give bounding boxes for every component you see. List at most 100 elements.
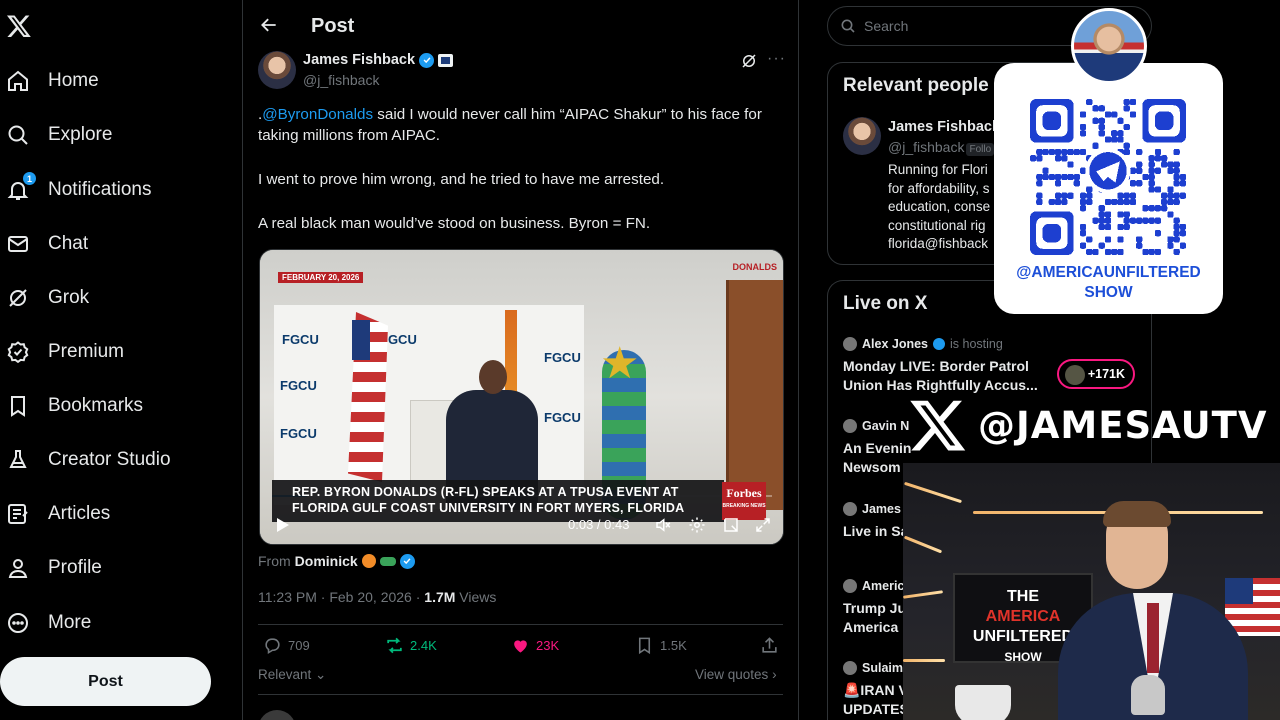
qr-code [1030, 99, 1186, 255]
nav-home[interactable]: Home [6, 61, 99, 101]
author-avatar[interactable] [258, 51, 296, 89]
view-quotes-link[interactable]: View quotes › [695, 667, 777, 682]
backdrop-logo-text: FGCU [280, 378, 317, 393]
nav-grok[interactable]: Grok [6, 278, 89, 318]
live-title: 🚨IRAN V UPDATES [843, 681, 909, 719]
author-name-row[interactable]: James Fishback [303, 52, 454, 68]
reply-avatar[interactable] [258, 710, 296, 720]
nav-more[interactable]: More [6, 603, 91, 643]
mute-icon[interactable] [654, 516, 672, 534]
grok-icon [6, 286, 30, 310]
nav-grok-label: Grok [48, 287, 90, 308]
author-name[interactable]: James Fishback [303, 52, 415, 68]
post-meta: 11:23 PM · Feb 20, 2026 · 1.7M Views [258, 589, 496, 605]
host-avatar [843, 579, 857, 593]
nav-profile-label: Profile [48, 557, 102, 578]
studio-light [903, 535, 943, 554]
live-title: Live in Sa [843, 522, 908, 541]
repost-button[interactable]: 2.4K [385, 636, 437, 655]
share-icon [762, 637, 777, 653]
qr-caption-line: SHOW [1084, 284, 1133, 301]
video-player[interactable]: FGCU FGCU FGCU FGCU FGCU FGCU ★ FEBRUARY… [259, 249, 784, 545]
qr-caption-line: @AMERICAUNFILTERED [1016, 264, 1201, 281]
nav-home-label: Home [48, 70, 99, 91]
post-timestamp[interactable]: 11:23 PM · Feb 20, 2026 · [258, 589, 424, 605]
live-listeners-pill[interactable]: +171K [1057, 359, 1135, 389]
nav-bookmarks[interactable]: Bookmarks [6, 386, 143, 426]
mug [955, 685, 1011, 720]
more-circle-icon [6, 611, 30, 635]
main-column: Post James Fishback @j_fishback ··· .@By… [242, 0, 799, 720]
live-title-line: America | [843, 619, 907, 635]
host-avatar [843, 502, 857, 516]
relevant-person-handle-row: @j_fishback Follo [888, 139, 995, 156]
bookmark-button[interactable]: 1.5K [635, 636, 687, 655]
verified-badge-icon [933, 338, 946, 350]
post-button[interactable]: Post [0, 657, 211, 706]
x-logo-icon [910, 400, 966, 451]
nav-premium-label: Premium [48, 341, 125, 362]
nav-more-label: More [48, 612, 92, 633]
view-quotes-label: View quotes [695, 667, 769, 682]
live-item[interactable]: Alex Jones is hosting Monday LIVE: Border… [843, 337, 1038, 395]
tweet-paragraph-1: .@ByronDonalds said I would never call h… [258, 104, 783, 146]
backdrop-logo-text: FGCU [280, 426, 317, 441]
tweet-text: .@ByronDonalds said I would never call h… [258, 104, 783, 257]
nav-chat[interactable]: Chat [6, 224, 88, 264]
settings-gear-icon[interactable] [688, 516, 706, 534]
nav-articles[interactable]: Articles [6, 494, 110, 534]
live-title-line: 🚨IRAN V [843, 682, 908, 698]
search-placeholder: Search [864, 18, 909, 34]
live-item[interactable]: James I Live in Sa [843, 502, 908, 541]
tweet-paragraph-2: I went to prove him wrong, and he tried … [258, 171, 665, 188]
relevant-person-handle[interactable]: @j_fishback [888, 139, 964, 155]
nav-creator-studio-label: Creator Studio [48, 449, 171, 470]
author-handle[interactable]: @j_fishback [303, 72, 379, 88]
nav-explore[interactable]: Explore [6, 115, 112, 155]
reply-sort-dropdown[interactable]: Relevant ⌄ [258, 667, 326, 683]
like-button[interactable]: 23K [511, 636, 559, 655]
presenter-tie [1147, 603, 1159, 673]
verified-badge-icon [399, 553, 415, 569]
live-host-row: Americ [843, 579, 906, 593]
live-item[interactable]: Sulaim 🚨IRAN V UPDATES [843, 661, 909, 719]
grok-explain-icon[interactable] [740, 52, 758, 70]
article-icon [6, 502, 30, 526]
play-icon[interactable] [276, 517, 290, 533]
relevant-person-avatar[interactable] [843, 117, 881, 155]
nav-profile[interactable]: Profile [6, 548, 102, 588]
relevant-person-name[interactable]: James Fishback [888, 119, 1000, 135]
verified-badge-icon [419, 52, 435, 68]
live-host-name: Sulaim [862, 661, 903, 675]
reply-count: 709 [288, 638, 310, 653]
live-host-row: Alex Jones is hosting [843, 337, 1038, 351]
premium-icon [6, 340, 30, 364]
back-arrow-icon[interactable] [259, 15, 279, 35]
video-date-tag: FEBRUARY 20, 2026 [278, 272, 364, 283]
page-title: Post [311, 15, 355, 37]
fullscreen-icon[interactable] [754, 516, 772, 534]
x-logo-icon[interactable] [6, 12, 32, 40]
live-host-name: Alex Jones [862, 337, 929, 351]
qr-caption: @AMERICAUNFILTERED SHOW [994, 263, 1223, 303]
live-item[interactable]: Gavin N An Evenin Newsom [843, 419, 911, 477]
share-button[interactable] [760, 636, 779, 655]
more-options-icon[interactable]: ··· [767, 50, 786, 68]
live-host-name: James I [862, 502, 908, 516]
live-item[interactable]: Americ Trump Ju America | [843, 579, 906, 637]
reply-button[interactable]: 709 [263, 636, 310, 655]
search-icon [841, 19, 855, 33]
home-icon [6, 69, 30, 93]
video-brand-tag: DONALDS [732, 262, 778, 272]
live-title-line: UPDATES [843, 701, 909, 717]
from-name[interactable]: Dominick [295, 553, 358, 569]
pip-icon[interactable] [722, 516, 740, 534]
nav-premium[interactable]: Premium [6, 332, 124, 372]
notification-badge: 1 [23, 172, 36, 185]
channel-handle-overlay: @JAMESAUTV [908, 392, 1268, 458]
mention-link[interactable]: @ByronDonalds [262, 106, 373, 123]
bookmark-count: 1.5K [660, 638, 687, 653]
nav-notifications[interactable]: 1 Notifications [6, 170, 152, 210]
microphone [1131, 675, 1165, 715]
nav-creator-studio[interactable]: Creator Studio [6, 440, 171, 480]
